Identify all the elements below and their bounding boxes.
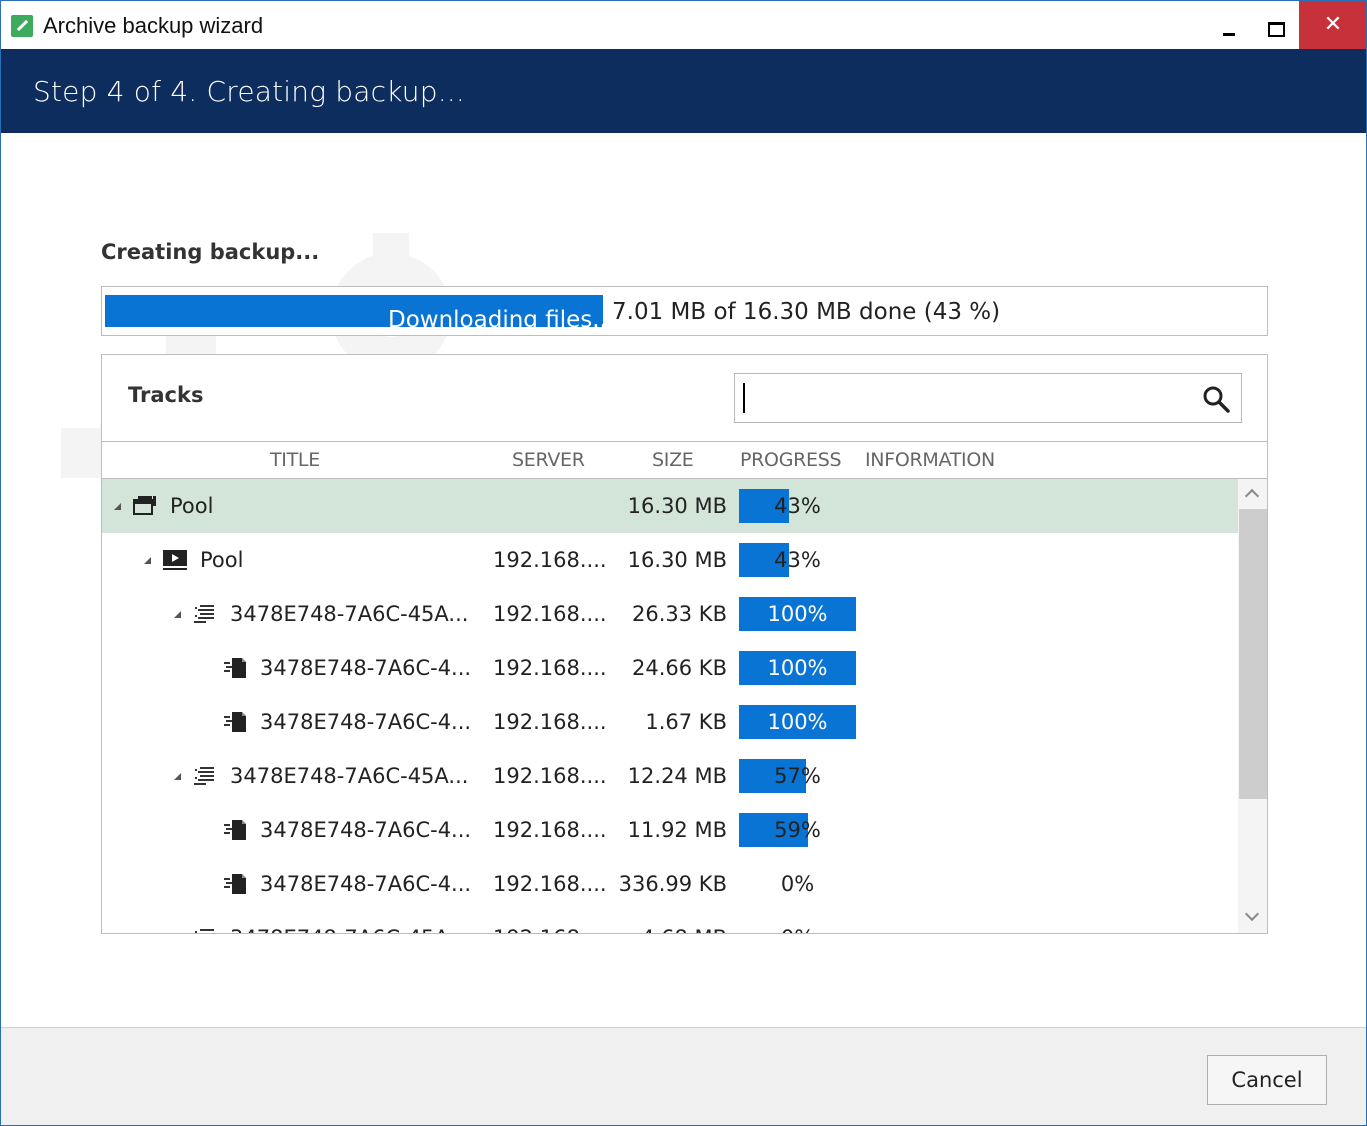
file-icon [222,710,248,734]
tree-row[interactable]: Pool 192.168.... 16.30 MB 43% [102,533,1238,587]
file-icon [222,872,248,896]
overall-progress-bar: Downloading files... 7.01 MB of 16.30 MB… [101,286,1268,336]
track-list-icon [192,602,218,626]
tree-row[interactable]: 3478E748-7A6C-4... 192.168.... 11.92 MB 59% [102,803,1238,857]
column-progress[interactable]: PROGRESS [740,442,842,478]
step-title: Step 4 of 4. Creating backup... [33,75,466,108]
column-server[interactable]: SERVER [512,442,585,478]
row-progress-bar: 100% [739,651,856,685]
expand-arrow-icon[interactable] [114,503,121,510]
expand-arrow-icon[interactable] [174,773,181,780]
row-size: 1.67 KB [645,710,727,734]
row-progress-text: 57% [774,764,821,788]
track-list-icon [192,926,218,933]
row-progress-text: 43% [774,548,821,572]
row-progress-bar: 43% [739,543,856,577]
tracks-tree: Pool 16.30 MB 43% Pool 192.168.... 16.30 MB 43… [102,479,1238,933]
row-progress-text: 43% [774,494,821,518]
expand-arrow-icon[interactable] [174,611,181,618]
overall-progress-fill: Downloading files... [105,295,614,333]
row-size: 4.68 MB [582,911,727,933]
tracks-title: Tracks [128,383,204,407]
section-title: Creating backup... [101,240,320,264]
tree-row[interactable]: Pool 16.30 MB 43% [102,479,1238,533]
row-title: 3478E748-7A6C-45A... [230,764,469,788]
wizard-header: Step 4 of 4. Creating backup... [1,49,1366,133]
app-icon [11,15,33,37]
row-title: 3478E748-7A6C-45A... [230,602,469,626]
close-icon: ✕ [1323,12,1343,37]
row-progress-text: 100% [767,602,828,626]
title-bar[interactable]: Archive backup wizard ✕ [1,1,1366,49]
maximize-button[interactable] [1252,1,1298,49]
text-caret [743,383,745,413]
tracks-panel: Tracks TITLE SERVER SIZE PROGRESS INFORM… [101,354,1268,934]
server-icon [162,548,188,572]
file-icon [222,656,248,680]
scroll-up-icon[interactable] [1244,488,1260,504]
cancel-button[interactable]: Cancel [1207,1055,1327,1105]
search-input[interactable] [734,373,1242,423]
expand-arrow-icon[interactable] [144,557,151,564]
file-icon [222,818,248,842]
wizard-content: Creating backup... Downloading files... … [1,133,1366,1027]
row-size: 12.24 MB [627,764,727,788]
row-progress-bar: 0% [739,921,856,933]
minimize-button[interactable] [1207,1,1253,49]
row-title: 3478E748-7A6C-4... [260,710,472,734]
window-title: Archive backup wizard [43,13,264,38]
row-title: 3478E748-7A6C-45A... [230,911,468,933]
row-title: 3478E748-7A6C-4... [260,872,472,896]
progress-status-text: Downloading files... [388,307,615,333]
search-icon[interactable] [1201,384,1231,414]
row-progress-bar: 59% [739,813,856,847]
progress-detail-text: 7.01 MB of 16.30 MB done (43 %) [612,299,1001,325]
column-size[interactable]: SIZE [652,442,694,478]
tree-row[interactable]: 3478E748-7A6C-45A... 192.168.... 26.33 KB 1… [102,587,1238,641]
row-progress-text: 59% [774,818,821,842]
pool-group-icon [132,494,158,518]
row-title: 3478E748-7A6C-4... [260,818,472,842]
row-progress-text: 100% [767,656,828,680]
tree-row[interactable]: 3478E748-7A6C-4... 192.168.... 336.99 KB 0% [102,857,1238,911]
tree-row[interactable]: 3478E748-7A6C-45A...192.168....4.68 MB0% [102,911,1238,933]
row-progress-bar: 0% [739,867,856,901]
row-title: Pool [200,548,244,572]
close-button[interactable]: ✕ [1299,1,1366,49]
row-size: 24.66 KB [632,656,727,680]
wizard-window: Archive backup wizard ✕ Step 4 of 4. Cre… [0,0,1367,1126]
tree-row[interactable]: 3478E748-7A6C-45A... 192.168.... 12.24 MB 5… [102,749,1238,803]
column-information[interactable]: INFORMATION [865,442,995,478]
scroll-down-icon[interactable] [1244,906,1260,922]
row-size: 16.30 MB [627,548,727,572]
row-size: 26.33 KB [632,602,727,626]
tree-row[interactable]: 3478E748-7A6C-4... 192.168.... 1.67 KB 100% [102,695,1238,749]
track-list-icon [192,764,218,788]
row-size: 11.92 MB [627,818,727,842]
row-progress-bar: 100% [739,597,856,631]
row-title: Pool [170,494,214,518]
row-progress-text: 0% [739,921,856,933]
row-title: 3478E748-7A6C-4... [260,656,472,680]
tree-row[interactable]: 3478E748-7A6C-4... 192.168.... 24.66 KB 100… [102,641,1238,695]
vertical-scrollbar[interactable] [1238,479,1267,933]
row-size: 16.30 MB [627,494,727,518]
row-size: 336.99 KB [618,872,727,896]
row-progress-bar: 100% [739,705,856,739]
column-title[interactable]: TITLE [270,442,320,478]
row-progress-text: 100% [767,710,828,734]
wizard-footer: Cancel [1,1027,1366,1125]
row-progress-bar: 43% [739,489,856,523]
row-progress-bar: 57% [739,759,856,793]
column-header: TITLE SERVER SIZE PROGRESS INFORMATION [102,441,1267,479]
scroll-thumb[interactable] [1239,509,1267,799]
row-progress-text: 0% [780,872,815,896]
